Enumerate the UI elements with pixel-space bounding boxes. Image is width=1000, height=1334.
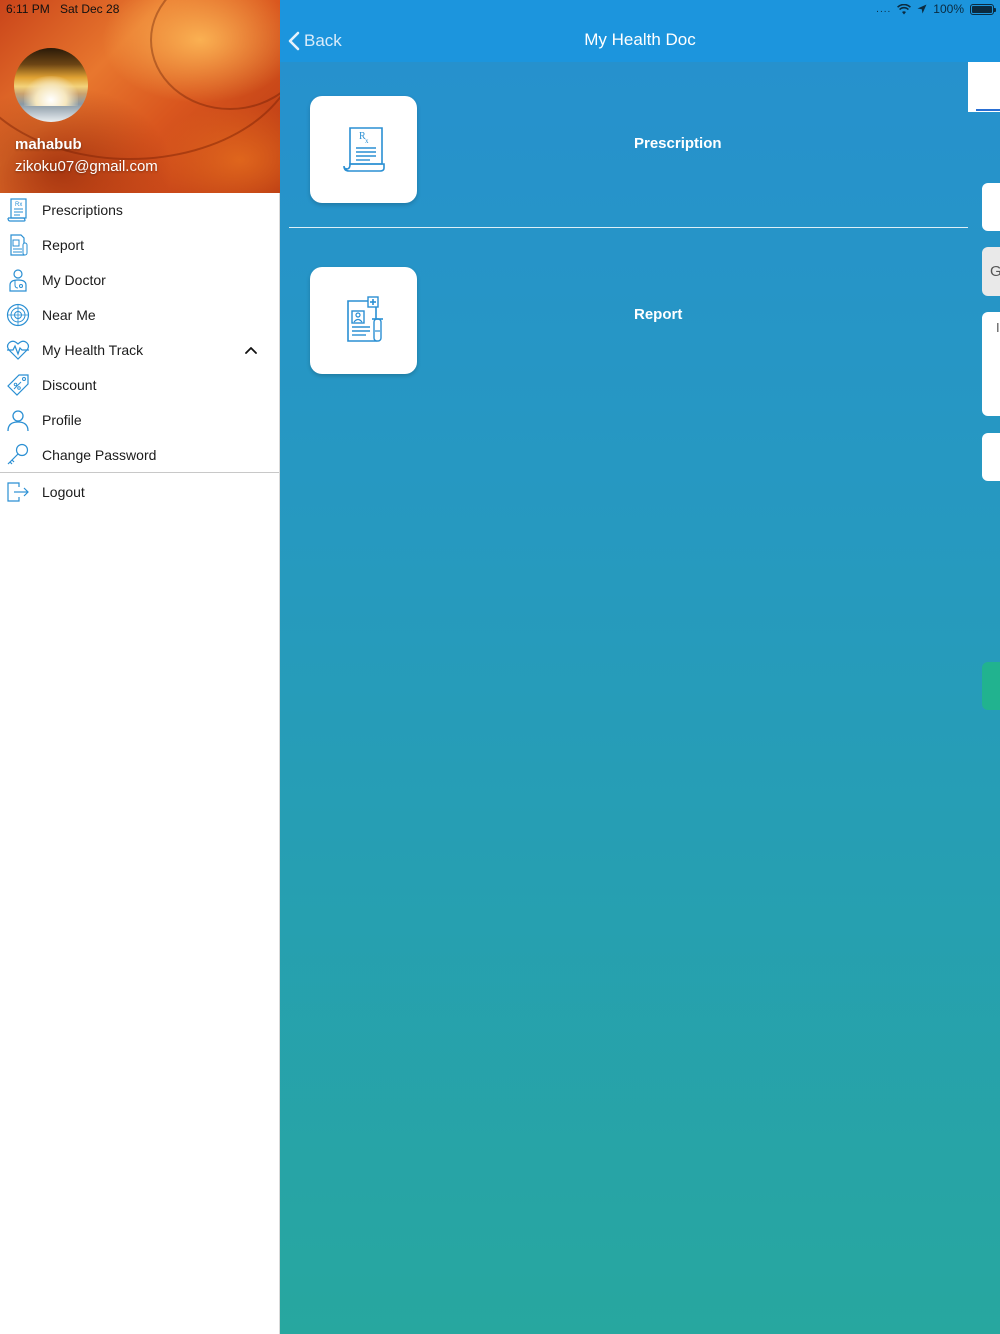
user-name: mahabub (15, 136, 82, 153)
menu-item-my-health-track[interactable]: My Health Track (0, 332, 279, 367)
prescription-icon: Rx (6, 197, 30, 222)
menu-label: Profile (42, 411, 82, 428)
logout-icon (6, 480, 30, 504)
battery-percent: 100% (933, 2, 964, 16)
profile-icon (6, 408, 30, 432)
peek-field-2: G (982, 247, 1000, 296)
menu-label: Discount (42, 376, 97, 393)
key-icon (6, 443, 30, 467)
prescription-label[interactable]: Prescription (634, 135, 722, 152)
report-icon (6, 233, 30, 257)
menu-item-change-password[interactable]: Change Password (0, 437, 279, 472)
page-title: My Health Doc (584, 30, 696, 49)
side-drawer: mahabub zikoku07@gmail.com Rx Prescripti… (0, 0, 280, 1334)
avatar[interactable] (14, 48, 88, 122)
menu-item-discount[interactable]: Discount (0, 367, 279, 402)
menu-item-report[interactable]: Report (0, 227, 279, 262)
discount-tag-icon (6, 373, 30, 397)
peek-panel-top (968, 62, 1000, 112)
menu-label: Change Password (42, 446, 157, 463)
status-date: Sat Dec 28 (60, 2, 120, 16)
menu-item-my-doctor[interactable]: My Doctor (0, 262, 279, 297)
peek-button (982, 662, 1000, 710)
svg-text:Rx: Rx (15, 202, 22, 208)
chevron-up-icon[interactable] (244, 343, 258, 357)
menu-label: Logout (42, 483, 85, 500)
peek-letter-i: I (996, 320, 1000, 335)
menu-label: My Doctor (42, 271, 106, 288)
menu-label: My Health Track (42, 341, 144, 358)
heartbeat-icon (6, 338, 30, 362)
status-time: 6:11 PM (6, 2, 50, 16)
menu-item-profile[interactable]: Profile (0, 402, 279, 437)
menu-label: Near Me (42, 306, 96, 323)
prescription-doc-icon: R x (342, 126, 385, 172)
main-content: Back My Health Doc R x Prescription Repo… (280, 0, 1000, 1334)
wifi-icon (897, 3, 912, 14)
status-indicators: .... 100% (876, 2, 996, 16)
menu-label: Prescriptions (42, 201, 123, 218)
prescription-card[interactable]: R x (310, 96, 417, 203)
menu-label: Report (42, 236, 85, 253)
radar-icon (6, 303, 30, 327)
menu-item-logout[interactable]: Logout (0, 474, 279, 509)
card-divider (289, 227, 968, 228)
doctor-icon (6, 268, 30, 292)
status-bar: 6:11 PM Sat Dec 28 .... 100% (0, 0, 1000, 20)
user-email: zikoku07@gmail.com (15, 158, 158, 175)
peek-field-4 (982, 433, 1000, 481)
medical-report-icon (346, 295, 383, 342)
menu-item-prescriptions[interactable]: Rx Prescriptions (0, 192, 279, 227)
report-label[interactable]: Report (634, 306, 682, 323)
svg-text:x: x (365, 137, 369, 145)
battery-icon (970, 3, 996, 15)
menu-item-near-me[interactable]: Near Me (0, 297, 279, 332)
menu-divider (0, 472, 279, 473)
peek-field-1 (982, 183, 1000, 231)
peek-field-3: I (982, 312, 1000, 416)
location-arrow-icon (917, 4, 927, 14)
peek-letter-g: G (990, 263, 1000, 280)
report-card[interactable] (310, 267, 417, 374)
drawer-header: mahabub zikoku07@gmail.com (0, 0, 280, 193)
cellular-dots-icon: .... (876, 3, 892, 15)
